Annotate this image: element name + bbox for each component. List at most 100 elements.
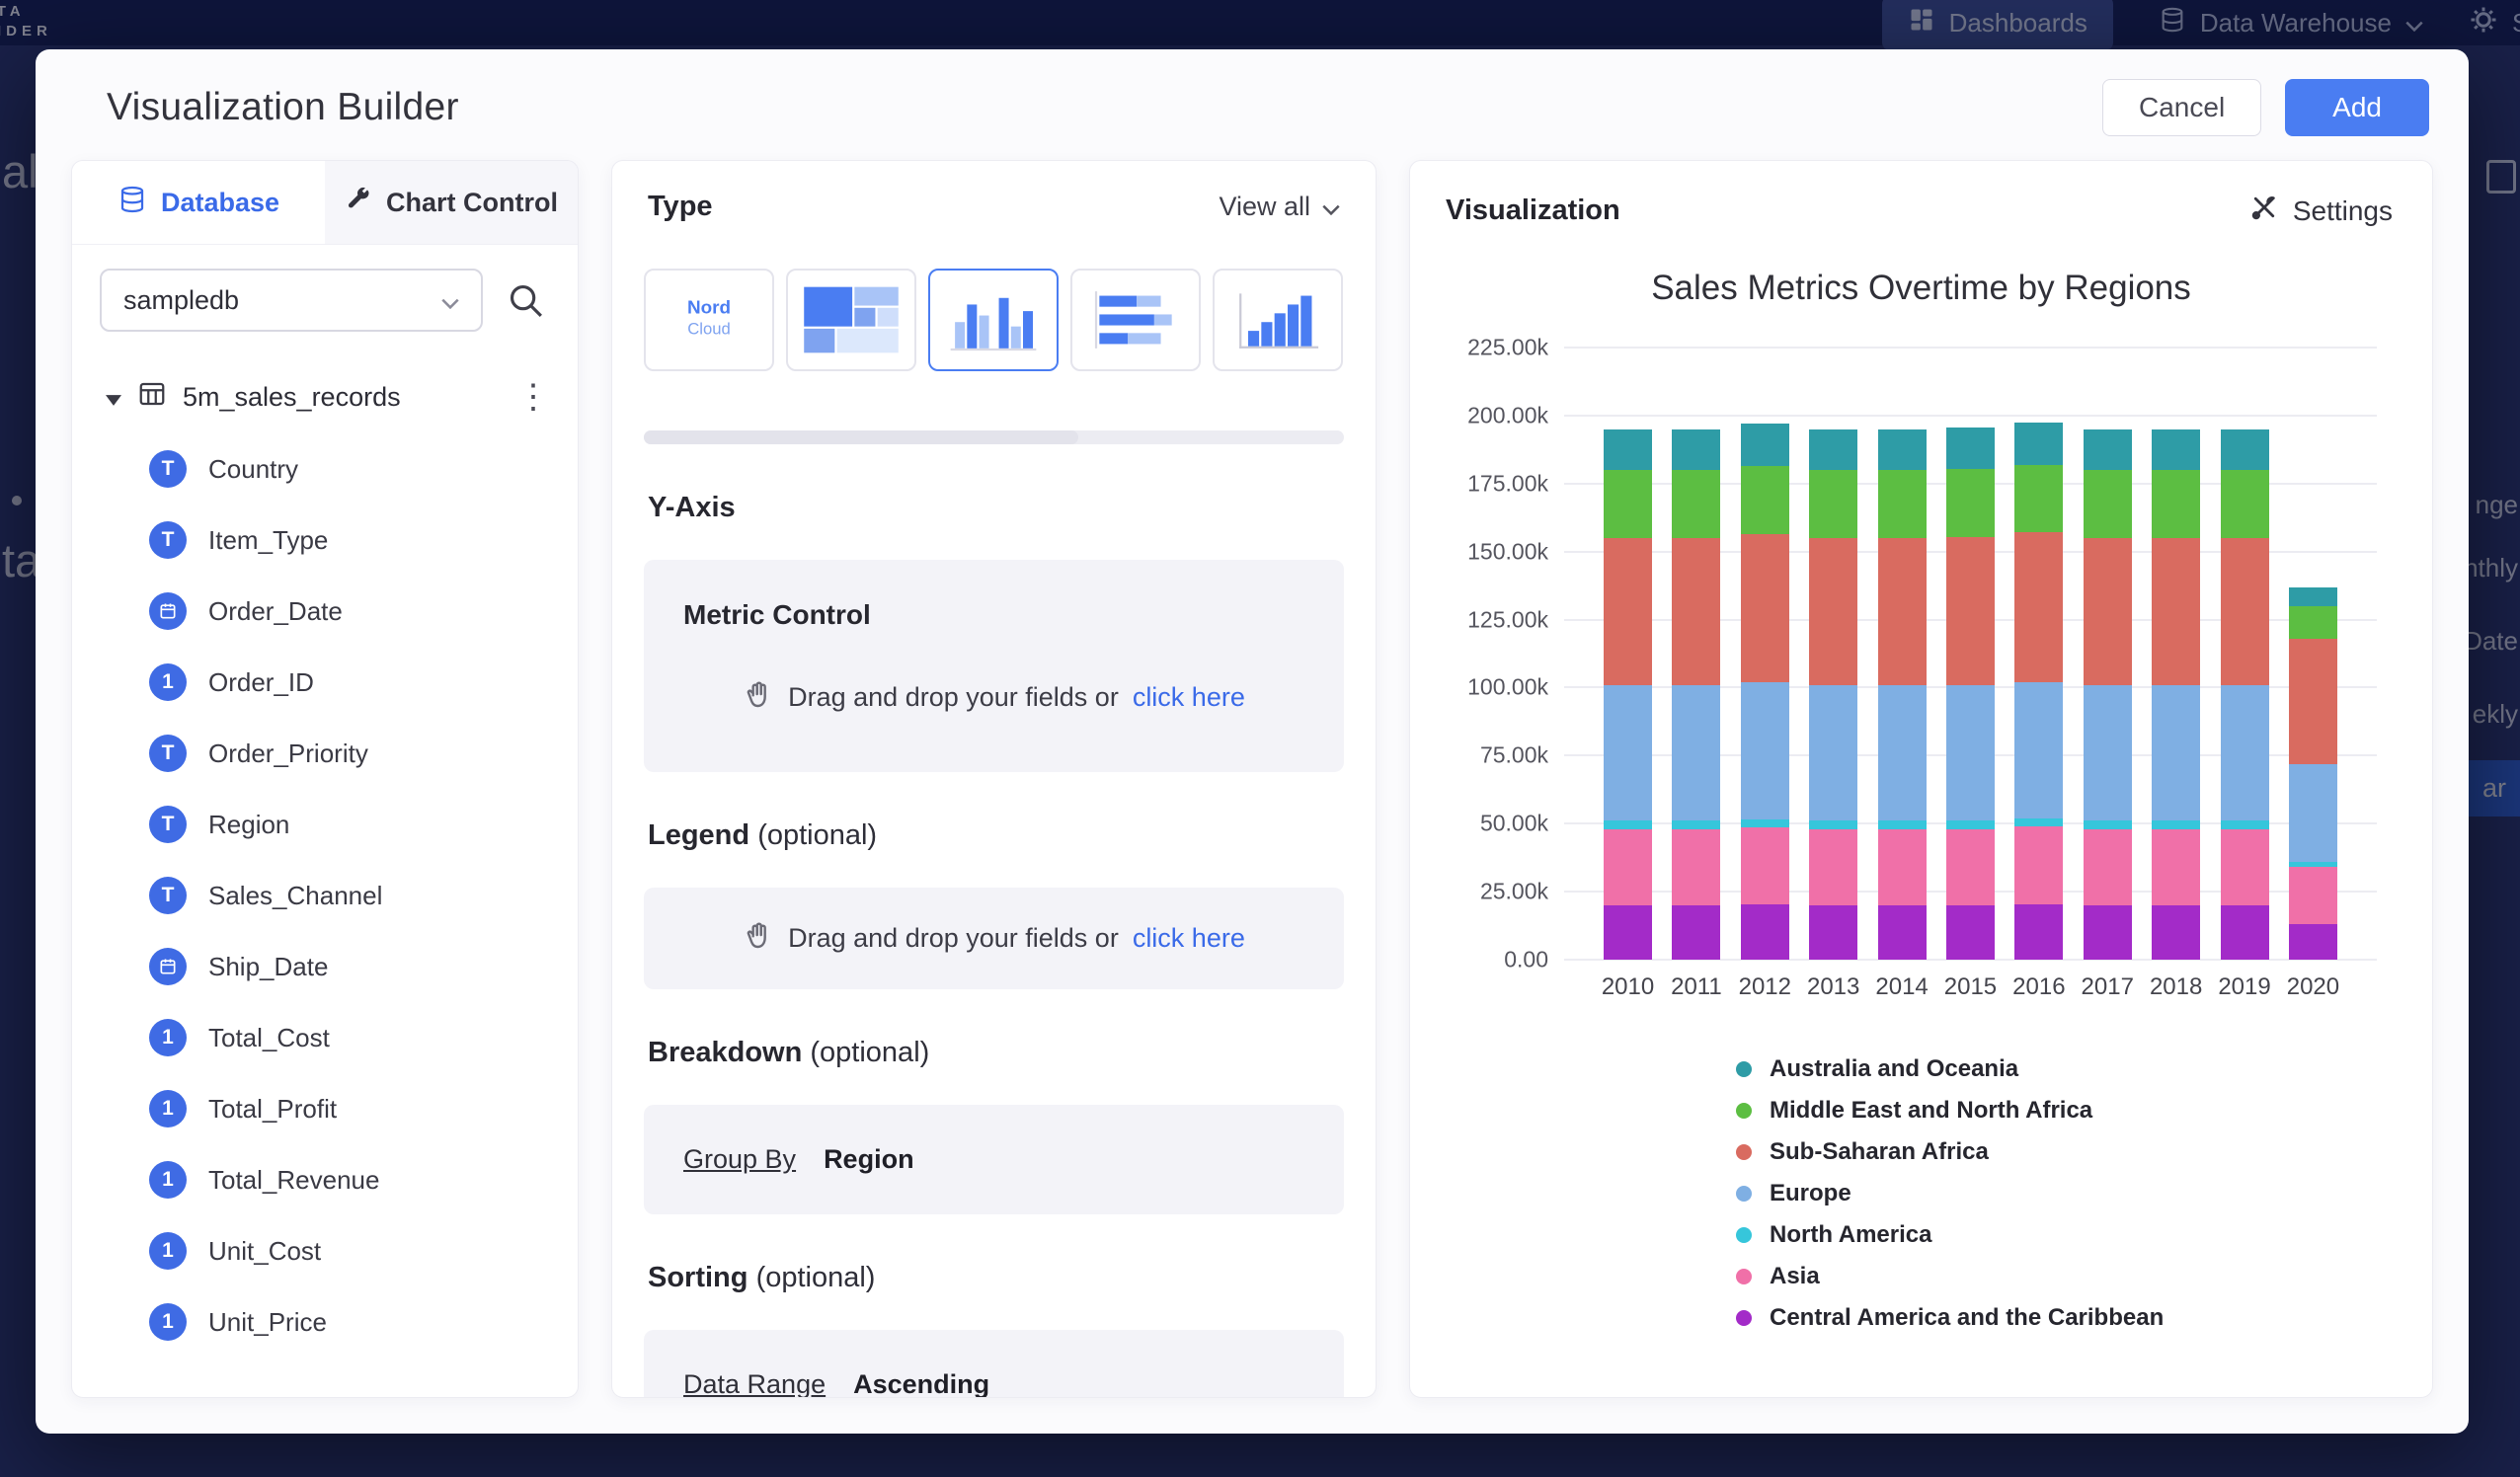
field-item-total_cost[interactable]: 1Total_Cost	[72, 1002, 578, 1073]
panel-tabs: Database Chart Control	[72, 161, 578, 245]
database-panel: Database Chart Control sampledb	[71, 160, 579, 1398]
bar-segment	[2221, 820, 2269, 828]
legend-item[interactable]: Australia and Oceania	[1736, 1054, 2432, 1084]
bar-2019	[2221, 429, 2269, 960]
wrench-icon	[345, 186, 372, 220]
bar-segment	[2289, 639, 2337, 764]
view-all-label: View all	[1219, 192, 1310, 222]
field-item-unit_price[interactable]: 1Unit_Price	[72, 1286, 578, 1358]
bar-segment	[2084, 820, 2132, 828]
chart-type-stacked-horizontal-bar-chart[interactable]	[1070, 269, 1201, 371]
field-item-region[interactable]: TRegion	[72, 789, 578, 860]
bar-segment	[1946, 905, 1995, 960]
bar-segment	[2289, 924, 2337, 960]
field-label: Region	[208, 810, 289, 840]
bar-segment	[1604, 829, 1652, 905]
scrollbar-thumb[interactable]	[644, 430, 1078, 444]
horizontal-scrollbar[interactable]	[644, 430, 1344, 444]
database-select[interactable]: sampledb	[100, 269, 483, 332]
sorting-label: Sorting	[648, 1262, 748, 1293]
bar-segment	[2221, 429, 2269, 470]
bar-segment	[1809, 829, 1857, 905]
field-item-sales_channel[interactable]: TSales_Channel	[72, 860, 578, 931]
bar-segment	[1878, 470, 1927, 538]
legend-item[interactable]: Sub-Saharan Africa	[1736, 1137, 2432, 1167]
tab-chart-control[interactable]: Chart Control	[325, 161, 578, 244]
sorting-section-label: Sorting (optional)	[612, 1214, 1376, 1294]
legend-item[interactable]: North America	[1736, 1220, 2432, 1250]
field-item-total_profit[interactable]: 1Total_Profit	[72, 1073, 578, 1144]
chart-legend: Australia and Oceania Middle East and Nor…	[1736, 1054, 2432, 1333]
bar-segment	[1809, 820, 1857, 828]
x-tick-label: 2013	[1809, 973, 1857, 1001]
field-item-ship_date[interactable]: Ship_Date	[72, 931, 578, 1002]
sorting-row[interactable]: Data Range Ascending	[644, 1330, 1344, 1398]
chart-type-column-chart[interactable]	[1213, 269, 1343, 371]
bar-segment	[1946, 537, 1995, 685]
bar-segment	[2289, 764, 2337, 862]
field-label: Order_ID	[208, 667, 314, 698]
chevron-down-icon	[1322, 192, 1340, 222]
field-item-total_revenue[interactable]: 1Total_Revenue	[72, 1144, 578, 1215]
legend-drop-zone[interactable]: Drag and drop your fields or click here	[644, 888, 1344, 989]
legend-label: Australia and Oceania	[1770, 1055, 2018, 1083]
chart-type-word-cloud-chart[interactable]: NordCloud	[644, 269, 774, 371]
field-item-order_id[interactable]: 1Order_ID	[72, 647, 578, 718]
sorting-row-label[interactable]: Data Range	[683, 1369, 826, 1398]
view-all-dropdown[interactable]: View all	[1219, 192, 1340, 222]
bar-segment	[2152, 820, 2200, 828]
y-tick-label: 200.00k	[1467, 402, 1548, 428]
field-item-order_priority[interactable]: TOrder_Priority	[72, 718, 578, 789]
settings-button[interactable]: Settings	[2249, 193, 2393, 229]
legend-item[interactable]: Europe	[1736, 1179, 2432, 1208]
legend-click-here-link[interactable]: click here	[1133, 923, 1245, 954]
bar-segment	[1878, 905, 1927, 960]
database-select-value: sampledb	[123, 285, 239, 316]
search-button[interactable]	[507, 281, 544, 319]
metric-click-here-link[interactable]: click here	[1133, 682, 1245, 713]
y-tick-label: 150.00k	[1467, 538, 1548, 565]
bar-segment	[1946, 829, 1995, 905]
field-item-order_date[interactable]: Order_Date	[72, 576, 578, 647]
legend-item[interactable]: Asia	[1736, 1262, 2432, 1291]
legend-label: Central America and the Caribbean	[1770, 1304, 2164, 1332]
tab-database[interactable]: Database	[72, 161, 325, 244]
table-tree-item[interactable]: 5m_sales_records ⋮	[72, 353, 578, 433]
x-tick-label: 2019	[2221, 973, 2269, 1001]
metric-drop-zone[interactable]: Metric Control Drag and drop your fields…	[644, 560, 1344, 772]
x-axis-labels: 2010201120122013201420152016201720182019…	[1564, 973, 2377, 1001]
breakdown-section-label: Breakdown (optional)	[612, 989, 1376, 1069]
field-item-item_type[interactable]: TItem_Type	[72, 505, 578, 576]
text-type-icon: T	[149, 450, 187, 488]
field-item-country[interactable]: TCountry	[72, 433, 578, 505]
bar-segment	[1672, 538, 1720, 685]
bar-segment	[2152, 470, 2200, 538]
column-chart-icon	[1228, 284, 1327, 355]
bar-segment	[1604, 470, 1652, 538]
collapse-caret-icon[interactable]	[106, 382, 121, 413]
svg-text:Nord: Nord	[687, 297, 731, 318]
bar-segment	[1604, 538, 1652, 685]
text-type-icon: T	[149, 521, 187, 559]
bar-segment	[2084, 538, 2132, 685]
breakdown-group-by-row[interactable]: Group By Region	[644, 1105, 1344, 1214]
number-type-icon: 1	[149, 1019, 187, 1056]
legend-dot	[1736, 1269, 1752, 1284]
bar-segment	[1672, 685, 1720, 821]
chart-title: Sales Metrics Overtime by Regions	[1410, 269, 2432, 308]
bar-segment	[1741, 424, 1789, 466]
bar-segment	[1672, 820, 1720, 828]
cancel-button[interactable]: Cancel	[2102, 79, 2261, 136]
add-button[interactable]: Add	[2285, 79, 2429, 136]
chart-type-grouped-bar-chart[interactable]	[928, 269, 1059, 371]
kebab-menu-icon[interactable]: ⋮	[516, 384, 550, 411]
legend-item[interactable]: Middle East and North Africa	[1736, 1096, 2432, 1126]
field-item-unit_cost[interactable]: 1Unit_Cost	[72, 1215, 578, 1286]
chart-type-treemap-chart[interactable]	[786, 269, 916, 371]
group-by-label[interactable]: Group By	[683, 1144, 796, 1175]
legend-item[interactable]: Central America and the Caribbean	[1736, 1303, 2432, 1333]
bar-segment	[1741, 819, 1789, 827]
bar-segment	[1741, 466, 1789, 534]
bar-2010	[1604, 429, 1652, 960]
bar-segment	[1741, 904, 1789, 960]
